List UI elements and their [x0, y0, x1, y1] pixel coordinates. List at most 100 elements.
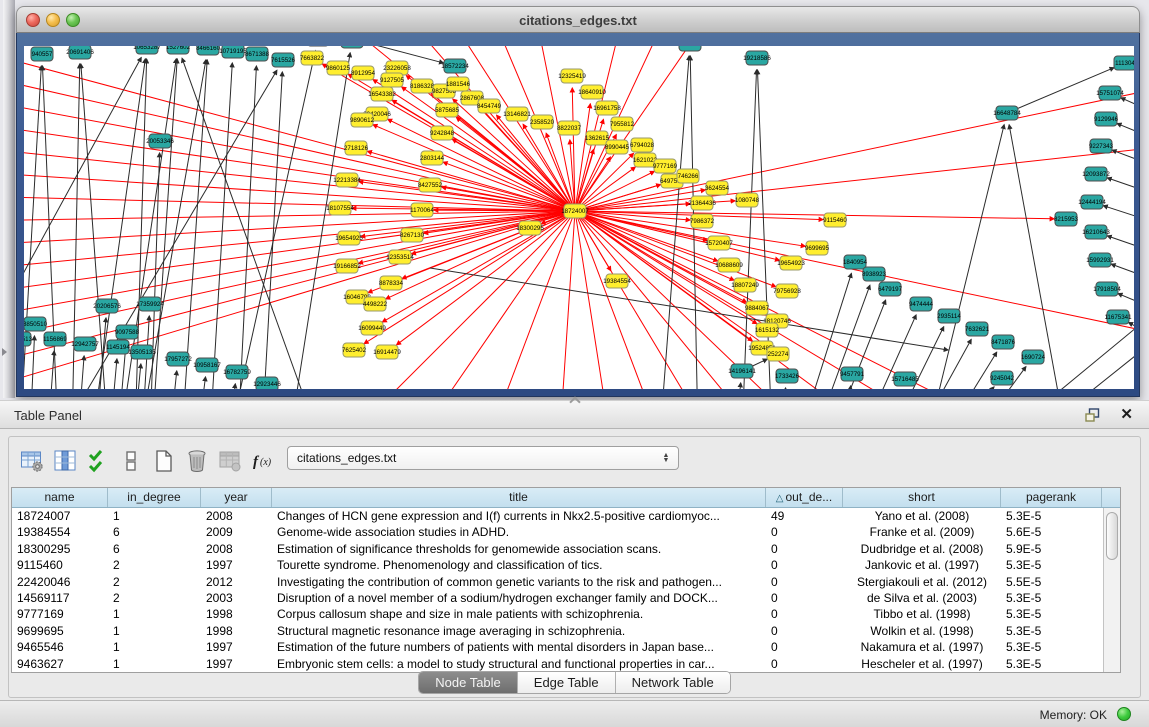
graph-node[interactable]: 15716485 [891, 372, 919, 386]
table-row[interactable]: 969969511998Structural magnetic resonanc… [12, 623, 1103, 639]
graph-node[interactable]: 8186328 [410, 79, 435, 93]
graph-node[interactable]: 1733426 [775, 369, 800, 383]
column-select-icon[interactable] [50, 446, 80, 476]
table-row[interactable]: 1938455462009Genome-wide association stu… [12, 524, 1103, 540]
graph-node[interactable]: 14196141 [728, 364, 756, 378]
graph-node[interactable]: 1145194 [106, 340, 130, 354]
graph-node[interactable]: 1170064 [410, 203, 434, 217]
graph-node[interactable]: 17918504 [1093, 282, 1121, 296]
graph-node[interactable]: 8850510 [24, 317, 48, 331]
network-graph[interactable]: 940557 20691406 10653287 1527602 84661601071… [24, 46, 1134, 389]
graph-node[interactable]: 11675341 [1104, 310, 1132, 324]
graph-node[interactable]: 10719195 [219, 46, 247, 58]
graph-node[interactable]: 8427552 [418, 178, 443, 192]
float-panel-icon[interactable] [1085, 408, 1101, 423]
graph-node[interactable]: 8267130 [400, 228, 425, 242]
graph-node[interactable]: 19654923 [777, 256, 805, 270]
graph-node[interactable]: 18300295 [516, 221, 544, 235]
graph-node[interactable]: 1527602 [166, 46, 191, 54]
graph-node[interactable]: 1840954 [843, 255, 868, 269]
graph-node[interactable]: 2803144 [420, 151, 445, 165]
graph-node[interactable]: 9474444 [909, 297, 934, 311]
table-row[interactable]: 2242004622012Investigating the contribut… [12, 574, 1103, 590]
graph-node[interactable]: 2718126 [344, 141, 369, 155]
graph-node[interactable]: 7986372 [690, 214, 715, 228]
table-row[interactable]: 1830029562008Estimation of significance … [12, 541, 1103, 557]
graph-node[interactable]: 9097588 [115, 325, 140, 339]
graph-node[interactable]: 7625402 [342, 343, 367, 357]
graph-node[interactable]: 8912954 [351, 66, 376, 80]
graph-node[interactable]: 15720407 [705, 236, 733, 250]
panel-drag-handle[interactable] [569, 396, 580, 407]
graph-node[interactable]: 12942757 [71, 337, 99, 351]
graph-node[interactable]: 9699695 [805, 241, 830, 255]
graph-node[interactable]: 1156869 [43, 332, 67, 346]
graph-node[interactable]: 12093872 [1082, 167, 1110, 181]
graph-node[interactable]: 17957272 [164, 352, 192, 366]
graph-node[interactable]: 18807249 [731, 278, 759, 292]
graph-node[interactable]: 10653287 [133, 46, 161, 54]
graph-node[interactable]: 13505135 [128, 345, 156, 359]
table-row[interactable]: 1872400712008Changes of HCN gene express… [12, 508, 1103, 524]
graph-node[interactable]: 19384554 [603, 274, 631, 288]
graph-node[interactable]: 9129946 [1094, 112, 1119, 126]
graph-node[interactable]: 12923446 [253, 377, 281, 389]
graph-node[interactable]: 19654925 [335, 231, 363, 245]
graph-node[interactable]: 18572234 [441, 59, 469, 73]
graph-node[interactable]: 9242848 [430, 126, 455, 140]
graph-node[interactable]: 12213384 [333, 173, 361, 187]
select-all-icon[interactable] [83, 446, 113, 476]
graph-node[interactable]: 20053346 [146, 134, 174, 148]
graph-node[interactable]: 1080748 [735, 193, 760, 207]
graph-node[interactable]: 4498222 [363, 297, 388, 311]
delete-table-icon-disabled[interactable] [215, 446, 245, 476]
column-header-out_de[interactable]: △out_de... [766, 488, 843, 507]
graph-node[interactable]: 19218586 [743, 51, 771, 65]
graph-node[interactable]: 7663822 [300, 51, 325, 65]
graph-node[interactable]: 18640910 [578, 85, 606, 99]
graph-node[interactable]: 16099449 [358, 321, 386, 335]
graph-node[interactable]: 2358520 [530, 115, 555, 129]
graph-node[interactable]: 9127505 [380, 73, 405, 87]
column-header-pagerank[interactable]: pagerank [1001, 488, 1102, 507]
graph-node[interactable]: 9890612 [350, 113, 375, 127]
graph-node[interactable]: 2935114 [937, 309, 961, 323]
column-header-year[interactable]: year [201, 488, 272, 507]
graph-node[interactable]: 746266 [677, 169, 699, 183]
table-settings-icon[interactable] [17, 446, 47, 476]
graph-node[interactable]: 79756928 [773, 284, 801, 298]
graph-node[interactable]: 3915513 [24, 332, 33, 346]
graph-node[interactable]: 8878334 [379, 276, 404, 290]
network-canvas[interactable]: 940557 20691406 10653287 1527602 84661601071… [24, 46, 1134, 389]
graph-node[interactable]: 111304 [1114, 56, 1134, 70]
graph-node[interactable]: 17359924 [136, 297, 164, 311]
graph-node[interactable]: 9245042 [990, 371, 1015, 385]
graph-node[interactable]: 9457791 [840, 367, 865, 381]
graph-node[interactable]: 20691406 [66, 46, 94, 59]
graph-node[interactable]: 1615132 [755, 323, 780, 337]
graph-node[interactable]: 940557 [31, 47, 53, 61]
table-row[interactable]: 1456911722003Disruption of a novel membe… [12, 590, 1103, 606]
tab-node-table[interactable]: Node Table [419, 672, 518, 693]
column-header-name[interactable]: name [12, 488, 108, 507]
table-row[interactable]: 946554611997Estimation of the future num… [12, 639, 1103, 655]
graph-node[interactable]: 8466160 [196, 46, 221, 55]
graph-node[interactable]: 8215953 [1054, 212, 1079, 226]
graph-node[interactable]: 8990445 [605, 140, 630, 154]
graph-node[interactable]: 252274 [767, 347, 789, 361]
graph-node[interactable]: 9860125 [326, 61, 351, 75]
table-scrollbar-thumb[interactable] [1106, 512, 1118, 560]
graph-node[interactable]: 12444194 [1078, 195, 1106, 209]
graph-node[interactable]: 1690724 [1021, 350, 1046, 364]
graph-node[interactable]: 16782759 [223, 365, 251, 379]
graph-node[interactable]: 10958167 [193, 358, 221, 372]
graph-node[interactable]: 6794028 [630, 138, 655, 152]
new-table-icon[interactable] [149, 446, 179, 476]
graph-node[interactable]: 8822037 [557, 121, 582, 135]
graph-node[interactable]: 12353514 [386, 250, 414, 264]
table-scrollbar[interactable] [1103, 508, 1120, 672]
graph-node[interactable]: 8813054 [678, 46, 703, 51]
tab-network-table[interactable]: Network Table [616, 672, 730, 693]
graph-node[interactable]: 19166852 [333, 259, 361, 273]
graph-node[interactable]: 1881546 [446, 77, 471, 91]
